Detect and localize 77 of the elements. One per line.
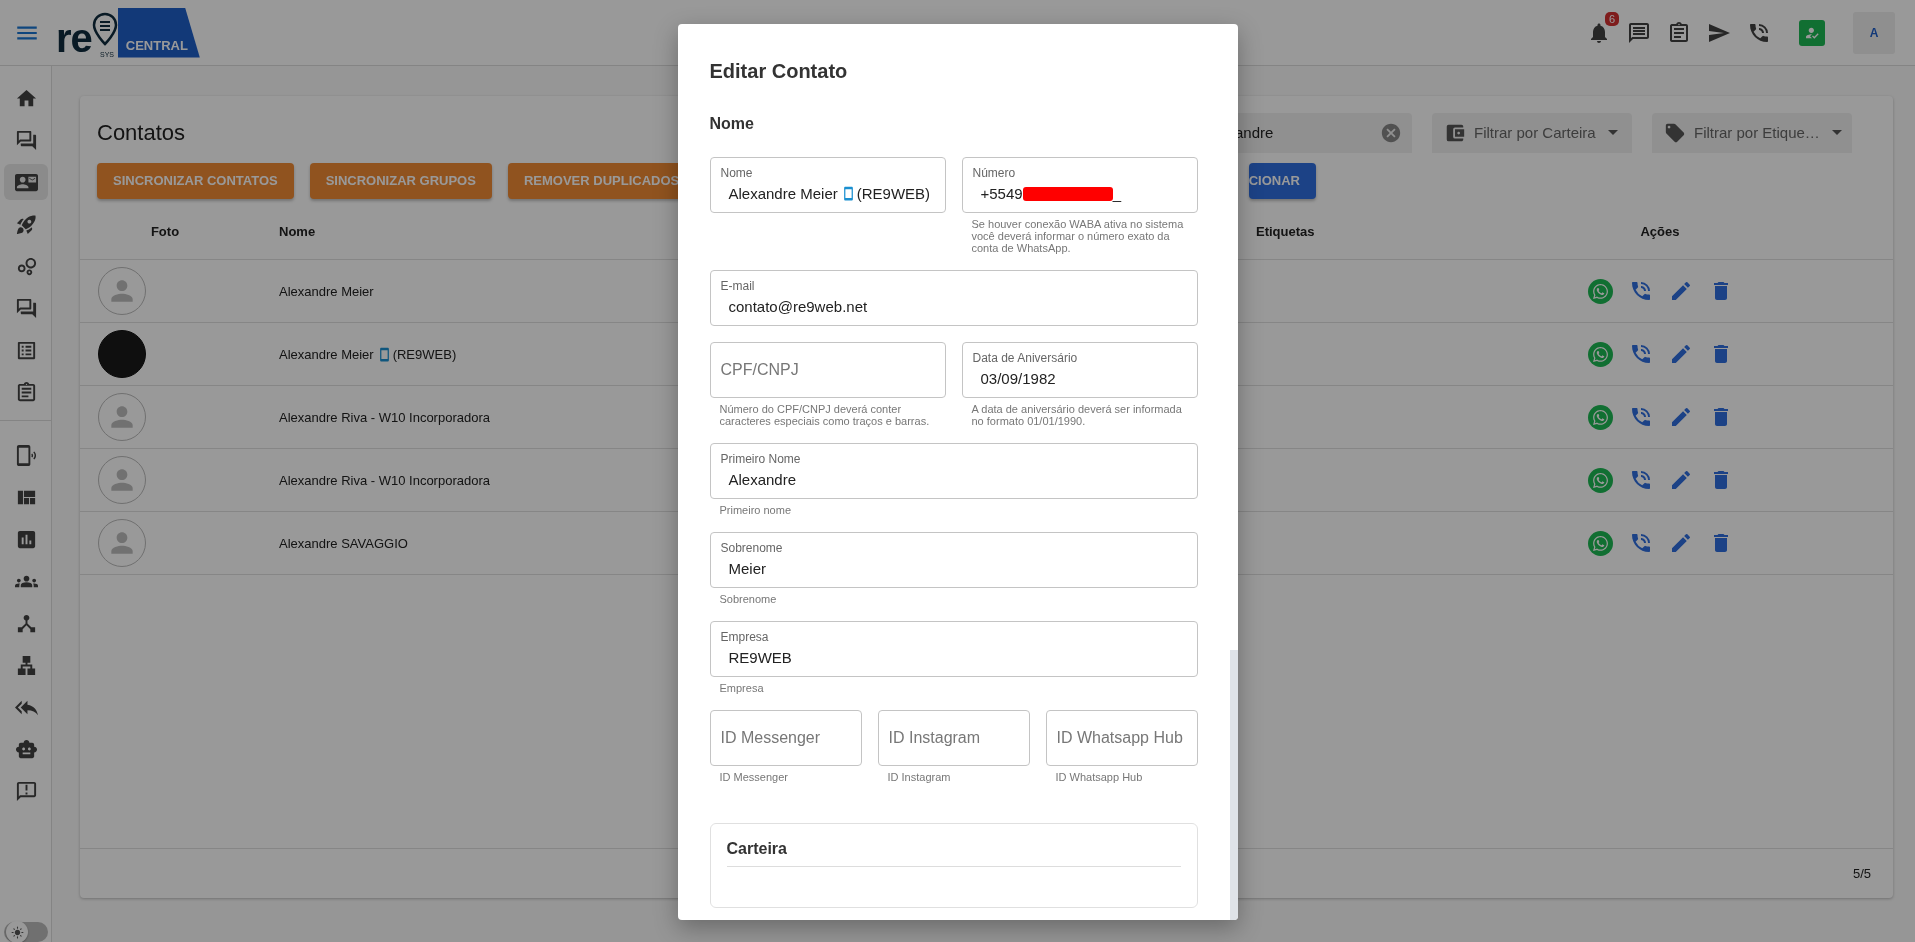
user-avatar[interactable]: A: [1853, 11, 1895, 54]
text-field[interactable]: Data de Aniversário 03/09/1982: [961, 342, 1198, 398]
clipboard-icon[interactable]: [1667, 20, 1691, 45]
caret-icon: [1607, 130, 1618, 135]
photo-placeholder: [98, 330, 146, 378]
helper-text: ID Messenger: [718, 771, 789, 783]
section-title: Nome: [709, 115, 755, 133]
avatar-icon: [98, 519, 146, 567]
column-header: Ações: [1640, 224, 1680, 239]
add-button[interactable]: CIONAR: [1248, 162, 1316, 199]
whatsapp-icon[interactable]: [1587, 404, 1613, 430]
field-value: +5549 _: [980, 185, 1121, 202]
pin-icon: [91, 11, 118, 46]
theme-toggle[interactable]: [4, 922, 48, 942]
name-cell: Alexandre Riva - W10 Incorporadora: [279, 472, 490, 488]
name-cell: Alexandre Riva - W10 Incorporadora: [279, 409, 490, 425]
helper-text: Primeiro nome: [718, 504, 793, 516]
notification-badge: 6: [1604, 11, 1619, 26]
field-value: Alexandre: [728, 471, 797, 488]
column-header: Foto: [150, 224, 180, 239]
text-field[interactable]: Nome Alexandre Meier (RE9WEB): [709, 157, 946, 213]
text-field[interactable]: E-mail contato@re9web.net: [709, 270, 1198, 326]
sun-icon: [10, 925, 24, 939]
avatar-icon: [98, 267, 146, 315]
scrollbar[interactable]: [1229, 650, 1238, 920]
page-title: Contatos: [97, 119, 186, 146]
text-field[interactable]: Número +5549 _: [961, 157, 1198, 213]
text-field[interactable]: CPF/CNPJ: [709, 342, 946, 398]
text-field[interactable]: Primeiro Nome Alexandre: [709, 443, 1198, 499]
message-icon[interactable]: [1627, 20, 1651, 45]
field-label: Data de Aniversário: [972, 351, 1078, 365]
filter-dropdown[interactable]: Filtrar por Etique…: [1652, 112, 1852, 153]
text-field[interactable]: Empresa RE9WEB: [709, 621, 1198, 677]
field-label: Empresa: [720, 630, 769, 644]
page-count: 5/5: [1852, 866, 1871, 881]
field-value: 03/09/1982: [980, 370, 1056, 387]
logo-text: re: [56, 17, 92, 58]
logo-banner: CENTRAL: [117, 7, 200, 58]
helper-text: ID Whatsapp Hub: [1054, 771, 1144, 783]
helper-text: Se houver conexão WABA ativa no sistema você deverá informar o número exato da conta de WhatsApp.: [970, 218, 1185, 254]
field-label: E-mail: [720, 279, 755, 293]
contact-card-icon[interactable]: [4, 164, 48, 200]
field-value: RE9WEB: [728, 649, 792, 666]
dialog-title: Editar Contato: [709, 60, 849, 83]
avatar-icon: [98, 393, 146, 441]
field-label: Primeiro Nome: [720, 452, 801, 466]
name-cell: Alexandre Meier (RE9WEB): [279, 346, 457, 362]
tag-icon: [1664, 121, 1686, 144]
helper-text: A data de aniversário deverá ser informada no formato 01/01/1990.: [970, 403, 1183, 427]
column-header: Nome: [278, 224, 316, 239]
field-value: Alexandre Meier (RE9WEB): [728, 185, 931, 202]
text-field[interactable]: ID Instagram: [877, 710, 1030, 766]
column-header: Etiquetas: [1255, 224, 1315, 239]
helper-text: Número do CPF/CNPJ deverá conter caracteres especiais como traços e barras.: [718, 403, 931, 427]
field-value: Meier: [728, 560, 766, 577]
name-cell: Alexandre Meier: [279, 283, 374, 299]
helper-text: Sobrenome: [718, 593, 778, 605]
whatsapp-icon[interactable]: [1587, 467, 1613, 493]
clear-icon[interactable]: [1380, 121, 1402, 144]
field-label: Número: [972, 166, 1016, 180]
field-label: Nome: [720, 166, 753, 180]
whatsapp-icon[interactable]: [1587, 530, 1613, 556]
text-field[interactable]: ID Whatsapp Hub: [1045, 710, 1198, 766]
user-check-icon[interactable]: [1799, 19, 1825, 46]
filter-dropdown[interactable]: Filtrar por Carteira: [1432, 112, 1632, 153]
whatsapp-icon[interactable]: [1587, 341, 1613, 367]
caret-icon: [1831, 130, 1842, 135]
card-title: Carteira: [726, 840, 1181, 867]
helper-text: ID Instagram: [886, 771, 952, 783]
field-value: contato@re9web.net: [728, 298, 868, 315]
name-cell: Alexandre SAVAGGIO: [279, 535, 408, 551]
text-field[interactable]: Sobrenome Meier: [709, 532, 1198, 588]
avatar-icon: [98, 456, 146, 504]
whatsapp-icon[interactable]: [1587, 278, 1613, 304]
text-field[interactable]: ID Messenger: [709, 710, 862, 766]
helper-text: Empresa: [718, 682, 765, 694]
field-label: Sobrenome: [720, 541, 783, 555]
